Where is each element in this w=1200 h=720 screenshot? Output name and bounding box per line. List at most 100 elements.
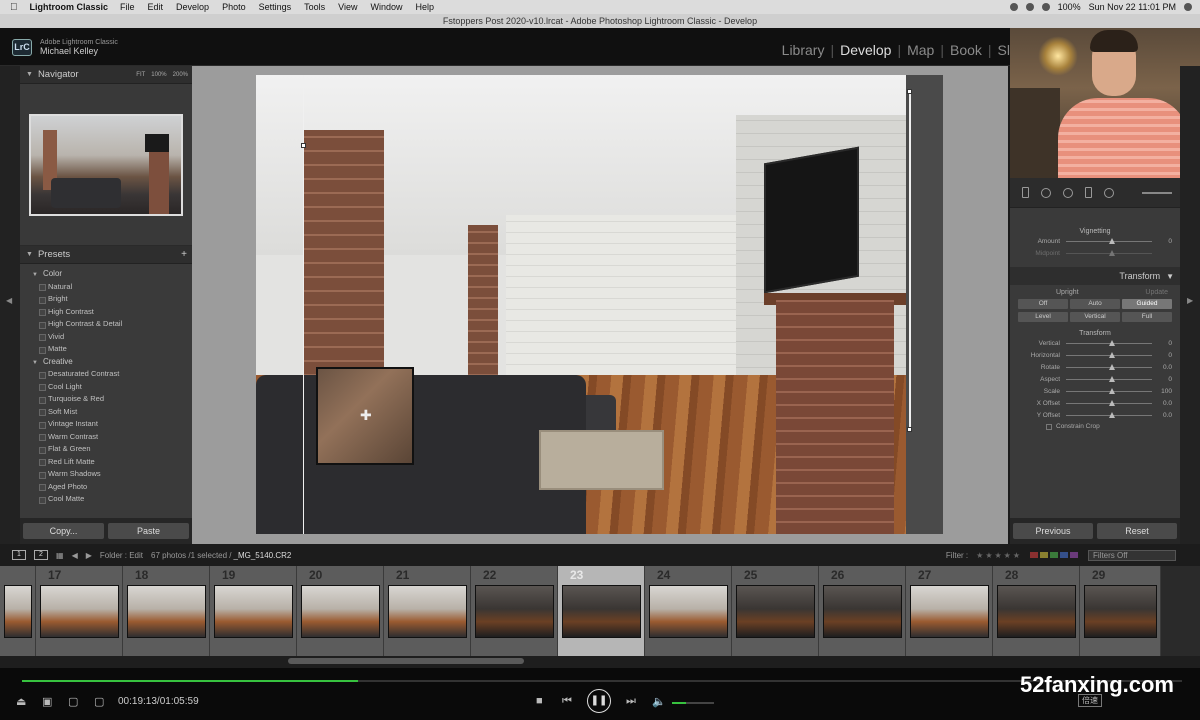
preset-group-color[interactable]: ▼ Color bbox=[20, 268, 192, 281]
collapse-right-icon[interactable]: ▶ bbox=[1187, 296, 1193, 305]
crop-tool-icon[interactable] bbox=[1022, 187, 1029, 198]
navigator-thumbnail[interactable] bbox=[29, 114, 183, 216]
main-window-button[interactable]: 1 bbox=[12, 550, 26, 560]
guide-handle[interactable] bbox=[907, 89, 912, 94]
vignetting-amount-slider[interactable]: Amount 0 bbox=[1010, 235, 1180, 247]
upright-vertical-button[interactable]: Vertical bbox=[1070, 312, 1120, 322]
filmstrip-cell[interactable] bbox=[0, 566, 36, 656]
apple-icon[interactable]:  bbox=[10, 2, 18, 13]
collapse-left-icon[interactable]: ◀ bbox=[6, 296, 12, 305]
rotate-slider[interactable]: Rotate 0.0 bbox=[1010, 361, 1180, 373]
image-canvas[interactable]: ✚ bbox=[192, 66, 1008, 544]
preset-item[interactable]: Desaturated Contrast bbox=[20, 368, 192, 381]
presets-header[interactable]: ▼ Presets + bbox=[20, 246, 192, 264]
zoom-fit[interactable]: FIT bbox=[136, 72, 145, 78]
pause-button[interactable]: ❚❚ bbox=[587, 689, 611, 713]
guide-handle[interactable] bbox=[301, 143, 306, 148]
filmstrip-cell[interactable]: 18 bbox=[123, 566, 210, 656]
filmstrip-cell[interactable]: 17 bbox=[36, 566, 123, 656]
previous-button[interactable]: Previous bbox=[1013, 523, 1093, 539]
zoom-200[interactable]: 200% bbox=[173, 72, 188, 78]
menu-develop[interactable]: Develop bbox=[176, 2, 209, 12]
preset-item[interactable]: Warm Shadows bbox=[20, 468, 192, 481]
copy-settings-button[interactable]: Copy... bbox=[23, 523, 104, 539]
constrain-crop-checkbox[interactable]: Constrain Crop bbox=[1010, 421, 1180, 430]
next-icon[interactable]: ⏭ bbox=[626, 695, 636, 708]
module-library[interactable]: Library bbox=[782, 42, 825, 58]
previous-icon[interactable]: ⏮ bbox=[562, 695, 572, 708]
filmstrip-cell[interactable]: 21 bbox=[384, 566, 471, 656]
creative-cloud-icon[interactable] bbox=[1009, 3, 1018, 11]
radial-filter-icon[interactable] bbox=[1104, 187, 1114, 198]
module-map[interactable]: Map bbox=[907, 42, 934, 58]
collapse-triangle-icon[interactable]: ▼ bbox=[1166, 272, 1174, 281]
guide-handle[interactable] bbox=[907, 427, 912, 432]
vertical-slider[interactable]: Vertical 0 bbox=[1010, 337, 1180, 349]
preset-item[interactable]: Vivid bbox=[20, 331, 192, 344]
playback-progress[interactable] bbox=[22, 680, 1182, 682]
horizontal-slider[interactable]: Horizontal 0 bbox=[1010, 349, 1180, 361]
preset-item[interactable]: Turquoise & Red bbox=[20, 393, 192, 406]
dropbox-icon[interactable] bbox=[1025, 3, 1034, 11]
reset-button[interactable]: Reset bbox=[1097, 523, 1177, 539]
scrollbar-thumb[interactable] bbox=[288, 658, 524, 664]
stop-icon[interactable]: ■ bbox=[536, 695, 543, 707]
collapse-triangle-icon[interactable]: ▼ bbox=[26, 251, 33, 258]
menu-help[interactable]: Help bbox=[416, 2, 435, 12]
app-menu[interactable]: Lightroom Classic bbox=[30, 2, 109, 12]
volume-slider[interactable] bbox=[672, 702, 714, 704]
wifi-icon[interactable] bbox=[1041, 3, 1050, 11]
upright-off-button[interactable]: Off bbox=[1018, 299, 1068, 309]
preset-item[interactable]: Cool Light bbox=[20, 381, 192, 394]
upright-auto-button[interactable]: Auto bbox=[1070, 299, 1120, 309]
spot-removal-tool-icon[interactable] bbox=[1041, 187, 1051, 198]
module-slideshow[interactable]: Sl bbox=[998, 42, 1010, 58]
right-panel-toggle[interactable]: ▶ bbox=[1180, 66, 1200, 544]
forward-arrow-icon[interactable]: ▶ bbox=[86, 551, 92, 560]
preset-item[interactable]: Bright bbox=[20, 293, 192, 306]
filmstrip-cell-selected[interactable]: 23 bbox=[558, 566, 645, 656]
preset-item[interactable]: Warm Contrast bbox=[20, 431, 192, 444]
graduated-filter-icon[interactable] bbox=[1085, 187, 1092, 198]
guided-guide-line-right[interactable] bbox=[909, 91, 911, 431]
preset-item[interactable]: Aged Photo bbox=[20, 481, 192, 494]
vignetting-midpoint-slider[interactable]: Midpoint bbox=[1010, 247, 1180, 259]
filmstrip-cell[interactable]: 28 bbox=[993, 566, 1080, 656]
checkbox-icon[interactable] bbox=[1046, 423, 1052, 430]
transform-header[interactable]: Transform ▼ bbox=[1010, 267, 1180, 285]
preset-item[interactable]: Matte bbox=[20, 343, 192, 356]
selected-filename[interactable]: _MG_5140.CR2 bbox=[234, 551, 292, 560]
collapse-triangle-icon[interactable]: ▼ bbox=[26, 71, 33, 78]
menu-settings[interactable]: Settings bbox=[259, 2, 292, 12]
left-panel-toggle[interactable]: ◀ bbox=[0, 66, 20, 544]
filmstrip-cell[interactable]: 24 bbox=[645, 566, 732, 656]
red-eye-tool-icon[interactable] bbox=[1063, 187, 1073, 198]
subtitle-icon[interactable]: ▣ bbox=[42, 695, 52, 708]
add-preset-icon[interactable]: + bbox=[181, 249, 187, 260]
preset-group-creative[interactable]: ▼ Creative bbox=[20, 356, 192, 369]
filmstrip-scrollbar[interactable] bbox=[0, 656, 1200, 668]
x-offset-slider[interactable]: X Offset 0.0 bbox=[1010, 397, 1180, 409]
upright-level-button[interactable]: Level bbox=[1018, 312, 1068, 322]
preset-item[interactable]: Soft Mist bbox=[20, 406, 192, 419]
navigator-preview[interactable] bbox=[20, 84, 192, 246]
back-arrow-icon[interactable]: ◀ bbox=[72, 551, 78, 560]
menu-tools[interactable]: Tools bbox=[304, 2, 325, 12]
preset-item[interactable]: Natural bbox=[20, 281, 192, 294]
secondary-window-button[interactable]: 2 bbox=[34, 550, 48, 560]
preset-item[interactable]: Red Lift Matte bbox=[20, 456, 192, 469]
danmaku-icon[interactable]: ▢ bbox=[94, 695, 104, 708]
preset-item[interactable]: High Contrast & Detail bbox=[20, 318, 192, 331]
module-develop[interactable]: Develop bbox=[840, 42, 891, 58]
preset-item[interactable]: Vintage Instant bbox=[20, 418, 192, 431]
zoom-100[interactable]: 100% bbox=[151, 72, 166, 78]
menu-edit[interactable]: Edit bbox=[148, 2, 164, 12]
filter-preset-select[interactable]: Filters Off bbox=[1088, 549, 1176, 561]
preset-item[interactable]: Flat & Green bbox=[20, 443, 192, 456]
paste-settings-button[interactable]: Paste bbox=[108, 523, 189, 539]
search-icon[interactable] bbox=[1184, 3, 1192, 11]
filmstrip-cell[interactable]: 25 bbox=[732, 566, 819, 656]
eject-icon[interactable]: ⏏ bbox=[16, 695, 26, 708]
filmstrip-cell[interactable]: 22 bbox=[471, 566, 558, 656]
source-folder[interactable]: Folder : Edit bbox=[100, 551, 143, 560]
